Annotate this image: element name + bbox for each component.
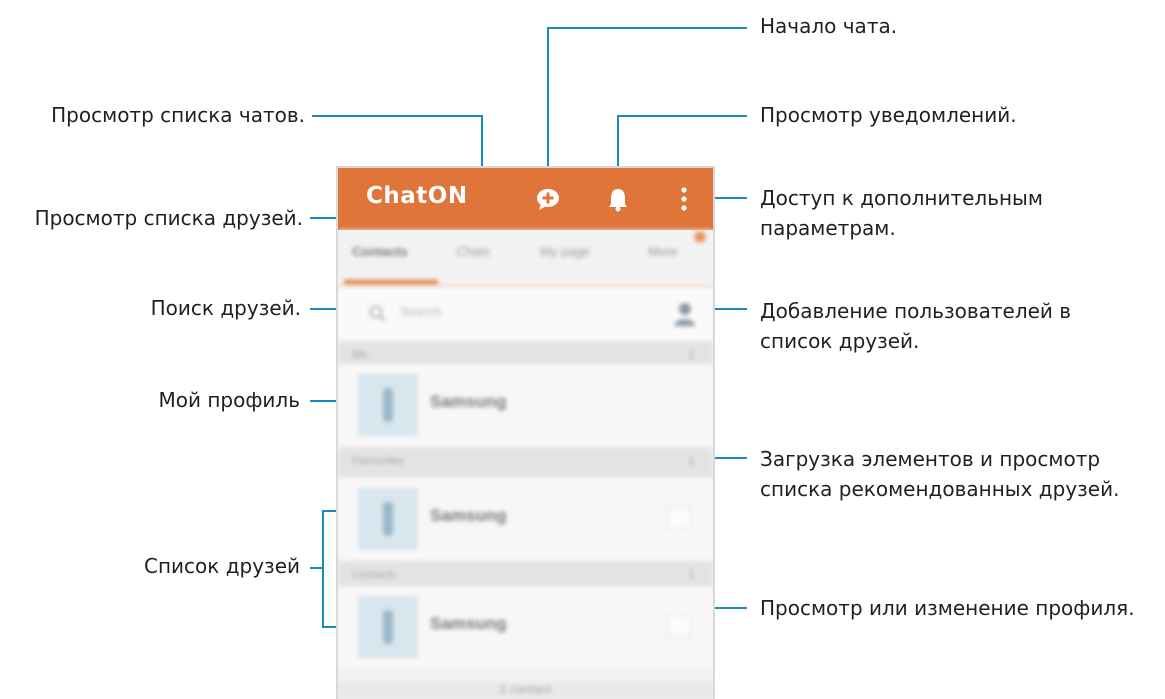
row-checkbox[interactable]	[667, 506, 691, 530]
search-icon	[369, 305, 386, 322]
phone-screen: ChatON Contacts Chats My page More Searc…	[338, 168, 713, 699]
friend-row[interactable]: Samsung	[338, 586, 713, 668]
callout-chat-list: Просмотр списка чатов.	[51, 103, 305, 127]
contact-count-footer: 1 contact	[338, 682, 713, 699]
callout-start-chat: Начало чата.	[760, 14, 898, 38]
section-count: 1	[688, 349, 695, 362]
avatar	[358, 596, 418, 658]
callout-profile-edit: Просмотр или изменение профиля.	[760, 596, 1135, 620]
callout-download-line2: списка рекомендованных друзей.	[760, 477, 1120, 501]
callout-more-options-line2: параметрам.	[760, 216, 896, 240]
contact-name: Samsung	[430, 506, 507, 525]
app-title: ChatON	[366, 183, 468, 209]
contact-name: Samsung	[430, 392, 507, 411]
callout-add-users-line1: Добавление пользователей в	[760, 299, 1072, 323]
callout-my-profile: Мой профиль	[158, 388, 300, 412]
section-label: Me	[352, 349, 368, 361]
friend-row[interactable]: Samsung	[338, 478, 713, 560]
search-input[interactable]: Search	[400, 304, 441, 319]
callout-line-notifications	[617, 115, 747, 176]
tab-more[interactable]: More	[648, 244, 678, 259]
section-header-favourites: Favourites 1	[338, 448, 713, 478]
row-checkbox[interactable]	[667, 614, 691, 638]
callout-friends-list-view: Просмотр списка друзей.	[34, 206, 303, 230]
section-label: Favourites	[352, 455, 404, 467]
callout-more-options-line1: Доступ к дополнительным	[760, 186, 1043, 210]
tab-chats[interactable]: Chats	[456, 244, 490, 259]
new-badge	[695, 232, 705, 242]
tab-my-page[interactable]: My page	[540, 244, 590, 259]
section-label: Contacts	[352, 569, 396, 581]
section-count: 1	[688, 569, 695, 582]
app-bar: ChatON	[338, 168, 713, 230]
callout-download-line1: Загрузка элементов и просмотр	[760, 447, 1101, 471]
callout-notifications: Просмотр уведомлений.	[760, 103, 1017, 127]
compose-chat-icon[interactable]	[532, 183, 564, 215]
search-bar[interactable]: Search	[338, 288, 713, 340]
callout-search-friends: Поиск друзей.	[150, 296, 301, 320]
tab-bar: Contacts Chats My page More	[338, 230, 713, 288]
tab-contacts[interactable]: Contacts	[352, 244, 408, 259]
avatar	[358, 488, 418, 550]
callout-friends-list: Список друзей	[143, 554, 300, 578]
callout-add-users-line2: список друзей.	[760, 329, 920, 353]
add-contact-icon[interactable]	[671, 300, 697, 328]
contact-name: Samsung	[430, 614, 507, 633]
overflow-menu-icon[interactable]	[668, 183, 700, 215]
bell-icon[interactable]	[602, 183, 634, 215]
active-tab-indicator	[344, 280, 438, 284]
callout-line-start-chat	[547, 27, 747, 176]
avatar	[358, 374, 418, 436]
my-profile-row[interactable]: Samsung	[338, 364, 713, 446]
section-count: 1	[688, 455, 695, 468]
footer-label: 1 contact	[499, 683, 552, 696]
